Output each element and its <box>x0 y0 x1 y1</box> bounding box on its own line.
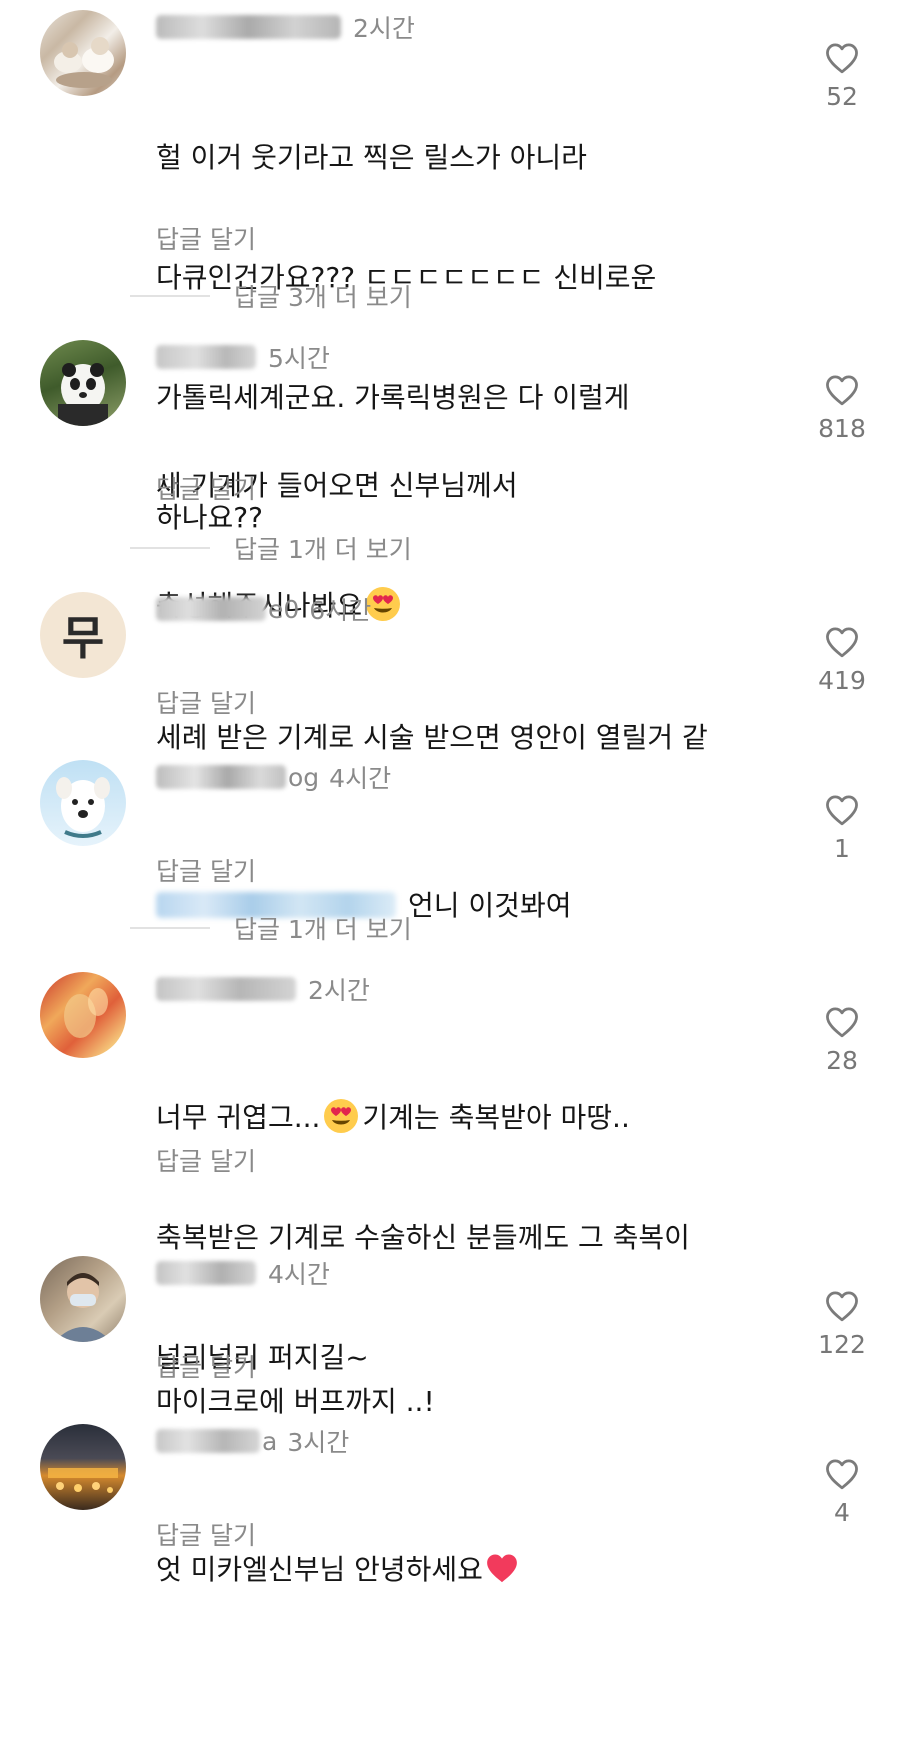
view-more-replies[interactable]: 답글 3개 더 보기 <box>130 278 412 314</box>
user-avatar[interactable] <box>40 760 126 846</box>
comment-line-text: 언니 이것봐여 <box>408 889 572 922</box>
comment-header: 2시간 <box>156 972 370 1006</box>
like-button[interactable]: 419 <box>810 626 874 695</box>
reply-button[interactable]: 답글 달기 <box>156 1142 256 1178</box>
divider-line <box>130 547 210 549</box>
blurred-username[interactable] <box>156 765 286 789</box>
reply-button[interactable]: 답글 달기 <box>156 1348 256 1384</box>
view-more-replies-label[interactable]: 답글 1개 더 보기 <box>234 530 412 566</box>
like-count: 28 <box>826 1046 858 1075</box>
heart-outline-icon <box>826 43 858 74</box>
comment-header: 5시간 <box>156 340 330 374</box>
heart-outline-icon <box>826 795 858 826</box>
reply-button[interactable]: 답글 달기 <box>156 220 256 256</box>
comment-header: og 4시간 <box>156 760 391 794</box>
view-more-replies-label[interactable]: 답글 1개 더 보기 <box>234 910 412 946</box>
user-avatar[interactable] <box>40 1424 126 1510</box>
comment-text: 엇 미카엘신부님 안녕하세요 <box>156 1470 766 1670</box>
like-count: 1 <box>834 834 850 863</box>
like-count: 4 <box>834 1498 850 1527</box>
heart-outline-icon <box>826 1291 858 1322</box>
avatar-image <box>58 363 108 426</box>
comment-line-text: 기계는 축복받아 마땅.. <box>362 1101 630 1134</box>
comment-time: 5시간 <box>268 344 330 373</box>
heart-outline-icon <box>826 627 858 658</box>
comment-header: a 3시간 <box>156 1424 349 1458</box>
username-fragment[interactable]: e0 <box>268 595 299 624</box>
comments-page: 2시간 헐 이거 웃기라고 찍은 릴스가 아니라 다큐인건가요??? ㄷㄷㄷㄷㄷ… <box>0 0 900 1763</box>
view-more-replies[interactable]: 답글 1개 더 보기 <box>130 530 412 566</box>
view-more-replies-label[interactable]: 답글 3개 더 보기 <box>234 278 412 314</box>
comment-time: 6시간 <box>309 596 372 625</box>
comment-line: 엇 미카엘신부님 안녕하세요 <box>156 1550 766 1590</box>
comment-line: 헐 이거 웃기라고 찍은 릴스가 아니라 <box>156 141 587 174</box>
like-button[interactable]: 818 <box>810 374 874 443</box>
comment-time: 2시간 <box>353 14 415 43</box>
comment-line-text: 너무 귀엽그... <box>156 1101 321 1134</box>
username-fragment[interactable]: og <box>288 763 319 792</box>
comment-time: 4시간 <box>329 764 392 793</box>
avatar-image <box>54 1273 112 1342</box>
comment-line: 축복받은 기계로 수술하신 분들께도 그 축복이 <box>156 1221 690 1254</box>
comment-header: 2시간 <box>156 10 415 44</box>
comment-line: 마이크로에 버프까지 ..! <box>156 1385 435 1418</box>
comment-line-text: 엇 미카엘신부님 안녕하세요 <box>156 1553 483 1586</box>
like-count: 419 <box>818 666 866 695</box>
comment-line: 세례 받은 기계로 시술 받으면 영안이 열릴거 같 <box>156 721 708 754</box>
comment-time: 2시간 <box>308 976 370 1005</box>
blurred-username[interactable] <box>156 1429 260 1453</box>
blurred-username[interactable] <box>156 977 296 1001</box>
blurred-username[interactable] <box>156 345 256 369</box>
comment-header: 4시간 <box>156 1256 330 1290</box>
divider-line <box>130 295 210 297</box>
user-avatar[interactable]: 무 <box>40 592 126 678</box>
like-button[interactable]: 1 <box>810 794 874 863</box>
reply-button[interactable]: 답글 달기 <box>156 852 256 888</box>
like-count: 122 <box>818 1330 866 1359</box>
avatar-text: 무 <box>61 611 105 665</box>
comment-time: 4시간 <box>268 1260 330 1289</box>
like-button[interactable]: 4 <box>810 1458 874 1527</box>
avatar-image <box>64 988 108 1038</box>
red-heart-emoji <box>487 1554 517 1583</box>
avatar-image <box>48 1468 118 1493</box>
blurred-username[interactable] <box>156 597 266 621</box>
heart-outline-icon <box>826 375 858 406</box>
reply-button[interactable]: 답글 달기 <box>156 1516 256 1552</box>
avatar-image <box>54 37 114 88</box>
heart-outline-icon <box>826 1007 858 1038</box>
like-count: 52 <box>826 82 858 111</box>
heart-outline-icon <box>826 1459 858 1490</box>
avatar-image <box>56 777 110 838</box>
user-avatar[interactable] <box>40 1256 126 1342</box>
username-fragment[interactable]: a <box>262 1427 277 1456</box>
like-count: 818 <box>818 414 866 443</box>
reply-button[interactable]: 답글 달기 <box>156 684 256 720</box>
comment-header: e0 6시간 <box>156 592 371 626</box>
reply-button[interactable]: 답글 달기 <box>156 470 256 506</box>
user-avatar[interactable] <box>40 10 126 96</box>
heart-eyes-emoji <box>324 1099 359 1133</box>
comment-line: 너무 귀엽그... 기계는 축복받아 마땅.. <box>156 1098 766 1138</box>
comment-time: 3시간 <box>287 1428 350 1457</box>
blurred-username[interactable] <box>156 15 341 39</box>
like-button[interactable]: 28 <box>810 1006 874 1075</box>
like-button[interactable]: 52 <box>810 42 874 111</box>
view-more-replies[interactable]: 답글 1개 더 보기 <box>130 910 412 946</box>
like-button[interactable]: 122 <box>810 1290 874 1359</box>
blurred-username[interactable] <box>156 1261 256 1285</box>
divider-line <box>130 927 210 929</box>
user-avatar[interactable] <box>40 340 126 426</box>
user-avatar[interactable] <box>40 972 126 1058</box>
